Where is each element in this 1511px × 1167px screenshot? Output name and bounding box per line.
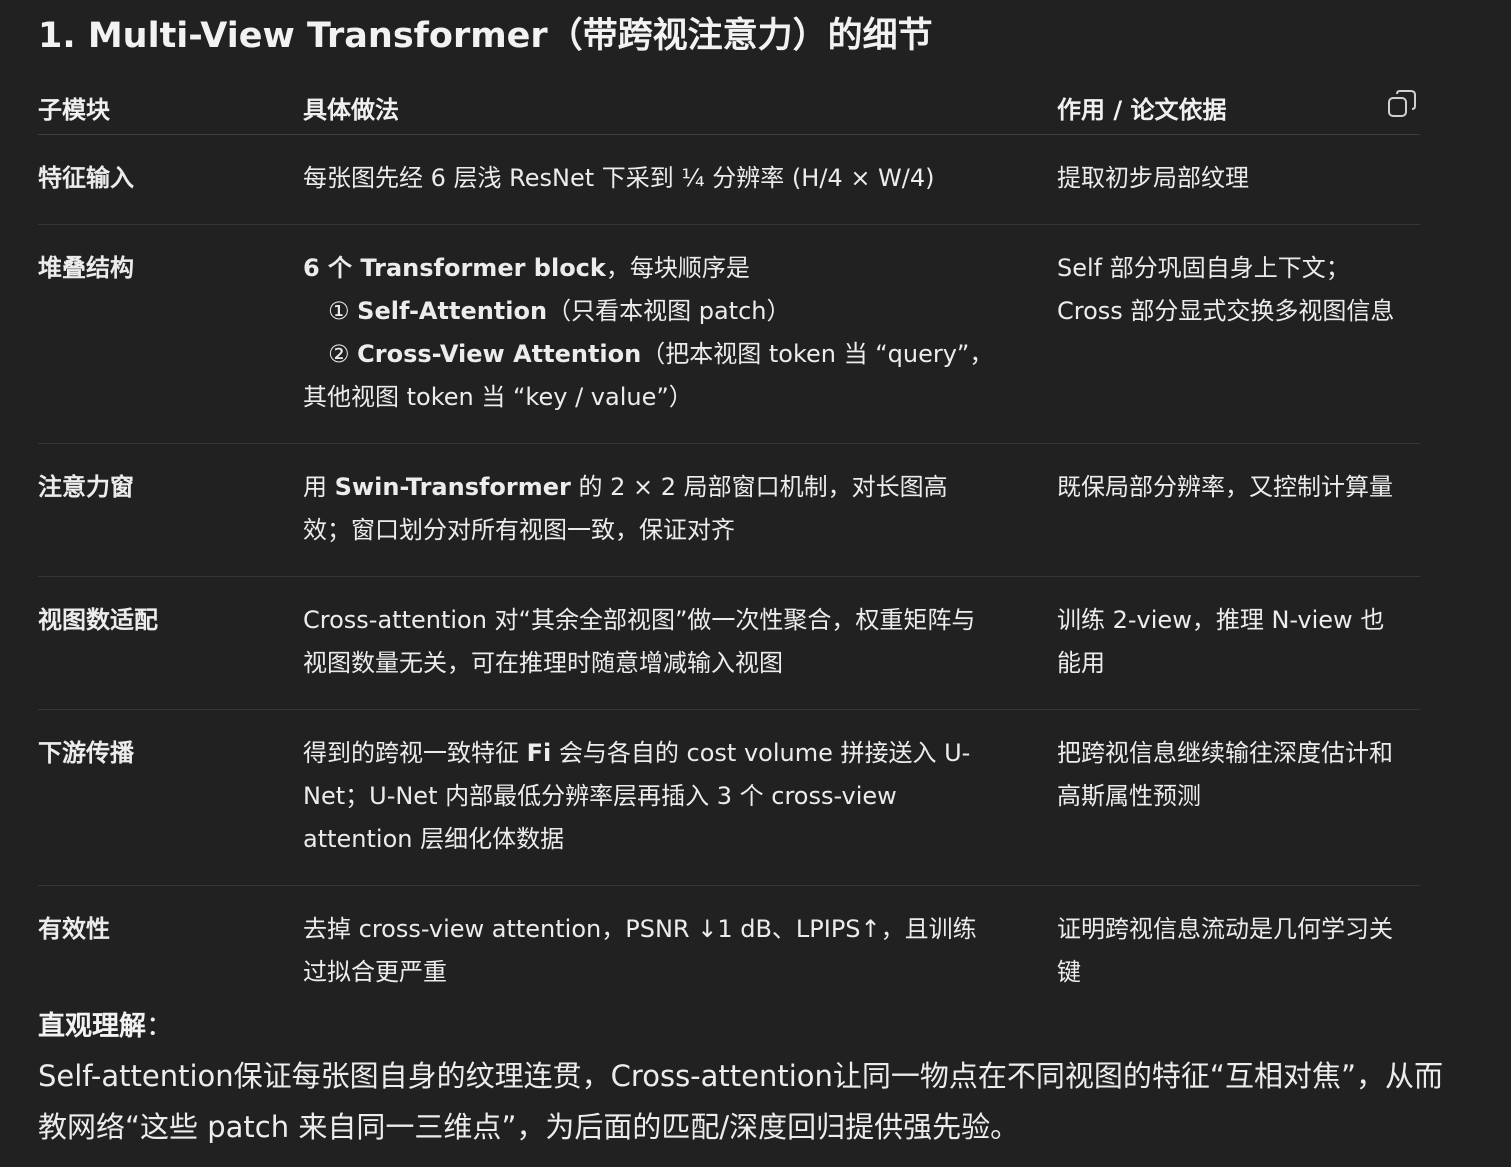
row-name: 视图数适配 bbox=[38, 576, 303, 710]
table-row: 注意力窗 用 Swin-Transformer 的 2 × 2 局部窗口机制，对… bbox=[38, 443, 1420, 577]
table-row: 下游传播 得到的跨视一致特征 Fi 会与各自的 cost volume 拼接送入… bbox=[38, 709, 1420, 886]
detail-bold: Self-Attention bbox=[357, 297, 548, 325]
column-header-purpose-label: 作用 / 论文依据 bbox=[1057, 95, 1227, 124]
column-header-method: 具体做法 bbox=[303, 80, 1057, 135]
summary-section: 直观理解： Self-attention保证每张图自身的纹理连贯，Cross-a… bbox=[38, 1003, 1443, 1153]
row-name: 有效性 bbox=[38, 915, 110, 943]
row-detail: 用 Swin-Transformer 的 2 × 2 局部窗口机制，对长图高 效… bbox=[303, 443, 1057, 577]
detail-text: 得到的跨视一致特征 bbox=[303, 739, 527, 767]
purpose-line: 能用 bbox=[1057, 649, 1105, 677]
detail-text: （只看本视图 patch） bbox=[547, 297, 791, 325]
detail-line: 去掉 cross-view attention，PSNR ↓1 dB、LPIPS… bbox=[303, 915, 977, 943]
row-purpose: 训练 2-view，推理 N-view 也 能用 bbox=[1057, 576, 1420, 710]
purpose-line: 把跨视信息继续输往深度估计和 bbox=[1057, 739, 1393, 767]
detail-line: Cross-attention 对“其余全部视图”做一次性聚合，权重矩阵与 bbox=[303, 606, 976, 634]
purpose-line: 提取初步局部纹理 bbox=[1057, 164, 1249, 192]
row-purpose: 证明跨视信息流动是几何学习关 键 bbox=[1057, 886, 1420, 1019]
detail-bold: 6 个 Transformer block bbox=[303, 254, 606, 282]
purpose-line: 高斯属性预测 bbox=[1057, 782, 1201, 810]
message-content: 1. Multi-View Transformer（带跨视注意力）的细节 子模块… bbox=[38, 0, 1443, 1144]
section-heading: 1. Multi-View Transformer（带跨视注意力）的细节 bbox=[38, 16, 933, 56]
detail-line: 每张图先经 6 层浅 ResNet 下采到 ¼ 分辨率 (H/4 × W/4) bbox=[303, 164, 935, 192]
purpose-line: Cross 部分显式交换多视图信息 bbox=[1057, 297, 1395, 325]
purpose-line: 证明跨视信息流动是几何学习关 bbox=[1057, 915, 1393, 943]
detail-line: 效；窗口划分对所有视图一致，保证对齐 bbox=[303, 516, 735, 544]
detail-line: 6 个 Transformer block，每块顺序是 bbox=[303, 247, 1057, 290]
row-purpose: 提取初步局部纹理 bbox=[1057, 134, 1420, 225]
purpose-line: Self 部分巩固自身上下文； bbox=[1057, 254, 1350, 282]
column-header-submodule: 子模块 bbox=[38, 80, 303, 135]
summary-paragraph: Self-attention保证每张图自身的纹理连贯，Cross-attenti… bbox=[38, 1051, 1443, 1153]
row-detail: 去掉 cross-view attention，PSNR ↓1 dB、LPIPS… bbox=[303, 886, 1057, 1019]
row-name: 注意力窗 bbox=[38, 443, 303, 577]
detail-line: ② Cross-View Attention（把本视图 token 当 “que… bbox=[303, 333, 1057, 376]
purpose-line: 既保局部分辨率，又控制计算量 bbox=[1057, 473, 1393, 501]
row-detail: Cross-attention 对“其余全部视图”做一次性聚合，权重矩阵与 视图… bbox=[303, 576, 1057, 710]
detail-text: ，每块顺序是 bbox=[605, 254, 750, 282]
detail-line: 视图数量无关，可在推理时随意增减输入视图 bbox=[303, 649, 783, 677]
table-row: 视图数适配 Cross-attention 对“其余全部视图”做一次性聚合，权重… bbox=[38, 576, 1420, 710]
row-detail: 6 个 Transformer block，每块顺序是 ① Self-Atten… bbox=[303, 224, 1057, 444]
purpose-line: 训练 2-view，推理 N-view 也 bbox=[1057, 606, 1385, 634]
row-name: 特征输入 bbox=[38, 134, 303, 225]
detail-line: ① Self-Attention（只看本视图 patch） bbox=[303, 290, 1057, 333]
row-purpose: 既保局部分辨率，又控制计算量 bbox=[1057, 443, 1420, 577]
detail-line: 得到的跨视一致特征 Fi 会与各自的 cost volume 拼接送入 U- bbox=[303, 732, 1057, 775]
summary-line: Self-attention保证每张图自身的纹理连贯，Cross-attenti… bbox=[38, 1059, 1443, 1093]
table-row: 特征输入 每张图先经 6 层浅 ResNet 下采到 ¼ 分辨率 (H/4 × … bbox=[38, 134, 1420, 225]
detail-bold: Cross-View Attention bbox=[357, 340, 642, 368]
table-header-row: 子模块 具体做法 作用 / 论文依据 bbox=[38, 80, 1420, 135]
row-detail: 每张图先经 6 层浅 ResNet 下采到 ¼ 分辨率 (H/4 × W/4) bbox=[303, 134, 1057, 225]
detail-line: 其他视图 token 当 “key / value”） bbox=[303, 383, 693, 411]
summary-title-text: 直观理解 bbox=[38, 1011, 146, 1042]
detail-bold: Swin-Transformer bbox=[334, 473, 571, 501]
row-purpose: 把跨视信息继续输往深度估计和 高斯属性预测 bbox=[1057, 709, 1420, 886]
copy-icon[interactable] bbox=[1386, 88, 1418, 120]
detail-line: Net；U-Net 内部最低分辨率层再插入 3 个 cross-view bbox=[303, 782, 897, 810]
row-detail: 得到的跨视一致特征 Fi 会与各自的 cost volume 拼接送入 U- N… bbox=[303, 709, 1057, 886]
summary-title-colon: ： bbox=[146, 1011, 173, 1042]
detail-line: 用 Swin-Transformer 的 2 × 2 局部窗口机制，对长图高 bbox=[303, 466, 1057, 509]
column-header-purpose: 作用 / 论文依据 bbox=[1057, 80, 1420, 135]
row-name: 下游传播 bbox=[38, 709, 303, 886]
row-purpose: Self 部分巩固自身上下文； Cross 部分显式交换多视图信息 bbox=[1057, 224, 1420, 444]
detail-line: 过拟合更严重 bbox=[303, 958, 447, 986]
row-name: 堆叠结构 bbox=[38, 224, 303, 444]
detail-text: 会与各自的 cost volume 拼接送入 U- bbox=[551, 739, 971, 767]
detail-marker: ② bbox=[328, 340, 358, 368]
detail-text: 用 bbox=[303, 473, 335, 501]
purpose-line: 键 bbox=[1057, 958, 1081, 986]
detail-text: 的 2 × 2 局部窗口机制，对长图高 bbox=[570, 473, 948, 501]
table-row: 堆叠结构 6 个 Transformer block，每块顺序是 ① Self-… bbox=[38, 224, 1420, 444]
table-row: 有效性 去掉 cross-view attention，PSNR ↓1 dB、L… bbox=[38, 886, 1420, 1019]
detail-line: attention 层细化体数据 bbox=[303, 825, 565, 853]
summary-title: 直观理解： bbox=[38, 1003, 1420, 1051]
detail-bold: Fi bbox=[526, 739, 552, 767]
details-table: 子模块 具体做法 作用 / 论文依据 特征输入 每张图先经 6 层浅 ResNe… bbox=[38, 80, 1420, 1018]
detail-marker: ① bbox=[328, 297, 358, 325]
summary-line: 教网络“这些 patch 来自同一三维点”，为后面的匹配/深度回归提供强先验。 bbox=[38, 1110, 1020, 1144]
detail-text: （把本视图 token 当 “query”， bbox=[641, 340, 994, 368]
